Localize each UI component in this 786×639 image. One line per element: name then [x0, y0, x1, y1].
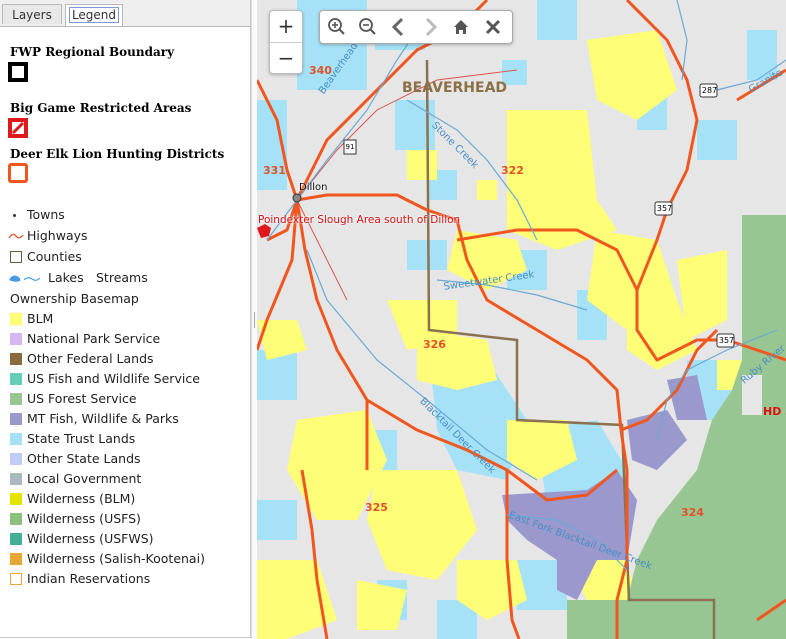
- ownership-swatch: [10, 333, 22, 345]
- ownership-label: MT Fish, Wildlife & Parks: [27, 411, 179, 426]
- panel-tabs: Layers Legend: [0, 0, 250, 27]
- ownership-swatch: [10, 453, 22, 465]
- shield-number: 91: [345, 143, 355, 151]
- shield-number: 287: [701, 86, 718, 95]
- district-label: 331: [263, 164, 286, 177]
- restricted-area-label: Poindexter Slough Area south of Dillon: [258, 214, 461, 226]
- zoom-in-tool-button[interactable]: [324, 14, 350, 40]
- ownership-label: US Forest Service: [27, 391, 137, 406]
- zoom-out-icon: [359, 18, 376, 35]
- zoom-out-button[interactable]: −: [270, 43, 302, 74]
- home-icon: [454, 20, 468, 34]
- tab-legend-label: Legend: [68, 7, 120, 23]
- ownership-label: Wilderness (Salish-Kootenai): [27, 551, 205, 566]
- ownership-label: Local Government: [27, 471, 142, 486]
- hd-label: HD 3: [763, 405, 786, 418]
- ownership-swatch: [10, 513, 22, 525]
- fwp-boundary-swatch: [8, 62, 28, 82]
- splitter-grip[interactable]: [254, 312, 255, 328]
- ownership-swatch: [10, 353, 22, 365]
- ownership-swatch: [10, 313, 22, 325]
- legend-label: Towns: [27, 207, 65, 222]
- ownership-swatch: [10, 533, 22, 545]
- ownership-swatch: [10, 393, 22, 405]
- ownership-swatch: [10, 473, 22, 485]
- clear-button[interactable]: [480, 14, 506, 40]
- tab-layers[interactable]: Layers: [2, 4, 62, 24]
- ownership-label: National Park Service: [27, 331, 161, 346]
- hatch-icon: [11, 121, 25, 135]
- ownership-swatch: [10, 413, 22, 425]
- ownership-swatch: [10, 493, 22, 505]
- ownership-label: Other Federal Lands: [27, 351, 154, 366]
- ownership-swatch: [10, 573, 22, 585]
- zoom-control: + −: [269, 10, 303, 74]
- ownership-label: State Trust Lands: [27, 431, 136, 446]
- zoom-out-tool-button[interactable]: [355, 14, 381, 40]
- legend-label: Highways: [27, 228, 88, 243]
- hunting-district-swatch: [8, 163, 28, 183]
- ownership-swatch: [10, 553, 22, 565]
- legend-restricted-title: Big Game Restricted Areas: [10, 101, 192, 115]
- legend-label: Streams: [96, 270, 148, 285]
- legend-label: Lakes: [48, 270, 84, 285]
- ownership-swatch: [10, 433, 22, 445]
- forward-icon: [425, 17, 438, 37]
- ownership-label: Wilderness (USFWS): [27, 531, 154, 546]
- navigation-toolbar: [319, 10, 513, 44]
- county-box-icon: [10, 251, 22, 263]
- shield-number: 357: [718, 336, 735, 345]
- legend-label: Counties: [27, 249, 82, 264]
- district-label: 322: [501, 164, 524, 177]
- ownership-label: US Fish and Wildlife Service: [27, 371, 200, 386]
- ownership-label: BLM: [27, 311, 54, 326]
- close-icon: [485, 19, 501, 35]
- town-dillon-marker: [292, 193, 302, 203]
- legend-hunting-districts-title: Deer Elk Lion Hunting Districts: [10, 147, 225, 161]
- district-label: 324: [681, 506, 704, 519]
- lake-icon: [9, 275, 41, 282]
- shield-number: 357: [656, 204, 673, 213]
- map-canvas[interactable]: [257, 0, 786, 639]
- town-label: Dillon: [299, 182, 328, 193]
- zoom-in-icon: [328, 18, 345, 35]
- forward-button[interactable]: [417, 14, 443, 40]
- dot-icon: [13, 214, 16, 217]
- zoom-in-button[interactable]: +: [270, 11, 302, 43]
- ownership-label: Wilderness (USFS): [27, 511, 141, 526]
- legend-panel: Layers Legend FWP Regional Boundary Big …: [0, 0, 251, 638]
- district-label: 326: [423, 338, 446, 351]
- county-label: BEAVERHEAD: [402, 80, 508, 96]
- stream-icon: [23, 277, 41, 281]
- ownership-label: Wilderness (BLM): [27, 491, 136, 506]
- district-label: 325: [365, 501, 388, 514]
- map-view[interactable]: BEAVERHEAD Poindexter Slough Area south …: [257, 0, 786, 639]
- restricted-area-swatch: [8, 118, 28, 138]
- home-button[interactable]: [448, 14, 474, 40]
- ownership-label: Indian Reservations: [27, 571, 151, 586]
- ownership-label: Other State Lands: [27, 451, 141, 466]
- ownership-swatch: [10, 373, 22, 385]
- back-icon: [391, 17, 404, 37]
- legend-fwp-boundary-title: FWP Regional Boundary: [10, 45, 175, 59]
- back-button[interactable]: [386, 14, 412, 40]
- ownership-title-text: Ownership Basemap: [10, 291, 139, 306]
- highway-line-icon: [8, 233, 24, 239]
- tab-legend[interactable]: Legend: [65, 4, 123, 26]
